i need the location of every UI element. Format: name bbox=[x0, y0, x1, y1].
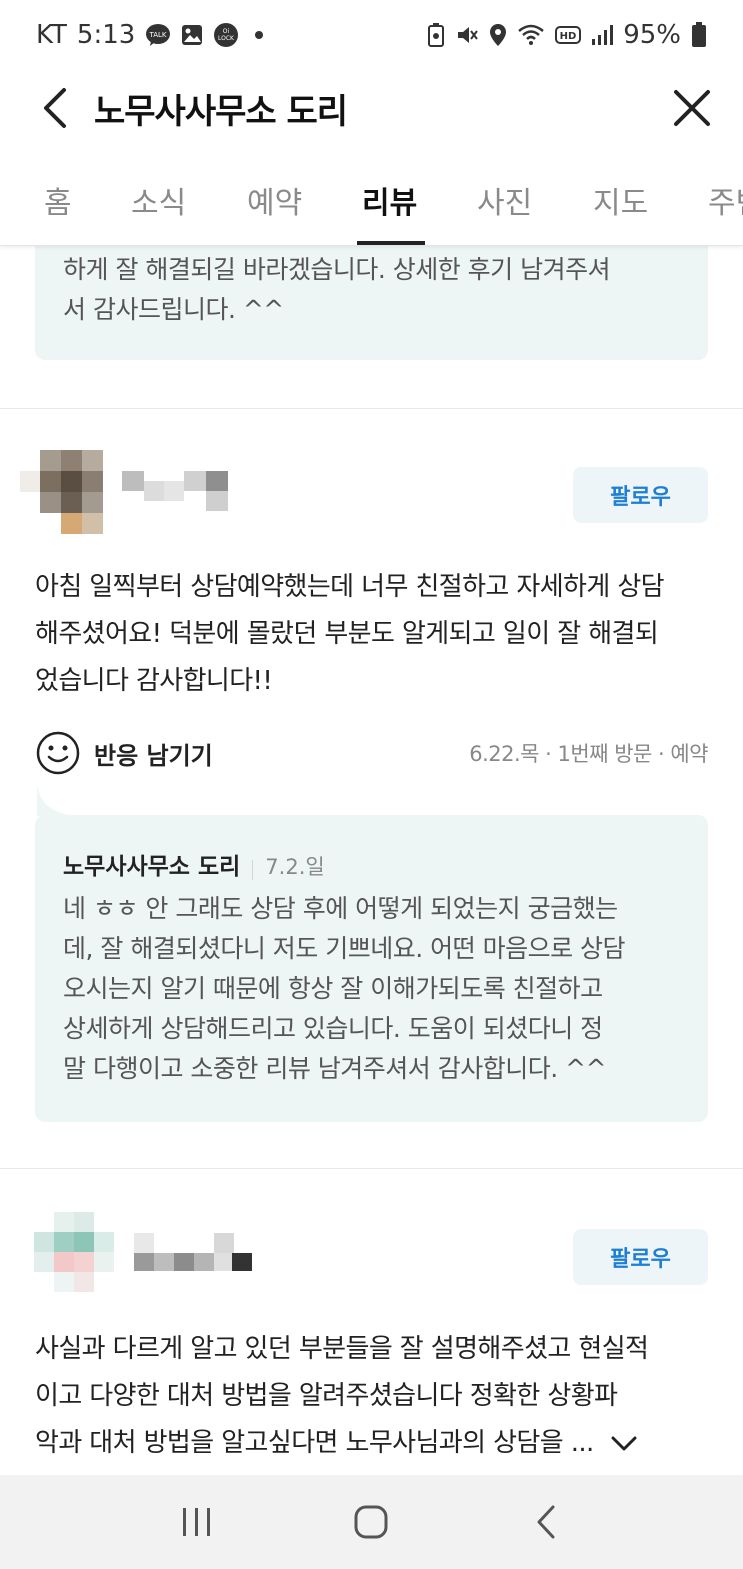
tab-bar: 홈 소식 예약 리뷰 사진 지도 주변 bbox=[0, 160, 743, 246]
lock-icon: Oi LOCK bbox=[213, 22, 239, 48]
expand-button[interactable] bbox=[610, 1434, 638, 1454]
review-body: 사실과 다르게 알고 있던 부분들을 잘 설명해주셨고 현실적 이고 다양한 대… bbox=[35, 1326, 725, 1467]
back-nav-button[interactable] bbox=[516, 1492, 576, 1552]
review-line: 해주셨어요! 덕분에 몰랐던 부분도 알게되고 일이 잘 해결되 bbox=[35, 619, 659, 649]
reply-owner-name: 노무사사무소 도리 bbox=[63, 854, 241, 880]
talk-icon: TALK bbox=[145, 23, 171, 47]
battery-percent: 95% bbox=[623, 20, 681, 50]
tab-nearby[interactable]: 주변 bbox=[708, 178, 743, 222]
reply-date: 7.2.일 bbox=[265, 855, 325, 879]
review-line: 사실과 다르게 알고 있던 부분들을 잘 설명해주셨고 현실적 bbox=[35, 1334, 649, 1364]
location-icon bbox=[489, 23, 507, 47]
reply-line: 상세하게 상담해드리고 있습니다. 도움이 되셨다니 정 bbox=[63, 1014, 603, 1043]
reviewer-name[interactable] bbox=[134, 1233, 252, 1273]
time-label: 5:13 bbox=[76, 20, 136, 50]
reply-line: 오시는지 알기 때문에 항상 잘 이해가되도록 친절하고 bbox=[63, 974, 603, 1003]
reaction-row: 반응 남기기 6.22.목 · 1번째 방문 · 예약 bbox=[36, 728, 708, 778]
tab-news[interactable]: 소식 bbox=[131, 178, 186, 222]
chevron-down-icon bbox=[611, 1436, 637, 1450]
reply-separator bbox=[252, 859, 254, 880]
battery-saver-icon bbox=[427, 23, 445, 47]
smile-icon bbox=[36, 731, 80, 775]
tab-booking[interactable]: 예약 bbox=[247, 178, 302, 222]
recent-apps-button[interactable] bbox=[167, 1492, 227, 1552]
review-last-line: 악과 대처 방법을 알고싶다면 노무사님과의 상담을 ... bbox=[35, 1420, 725, 1467]
review-line: 이고 다양한 대처 방법을 알려주셨습니다 정확한 상황파 bbox=[35, 1381, 618, 1411]
wifi-icon bbox=[517, 23, 545, 47]
close-button[interactable] bbox=[671, 83, 713, 133]
reply-line: 데, 잘 해결되셨다니 저도 기쁘네요. 어떤 마음으로 상담 bbox=[63, 934, 626, 963]
reply-header: 노무사사무소 도리 7.2.일 bbox=[63, 847, 325, 881]
reply-line: 하게 잘 해결되길 바라겠습니다. 상세한 후기 남겨주셔 bbox=[63, 255, 611, 284]
hd-icon: HD bbox=[555, 24, 582, 46]
visit-info: 6.22.목 · 1번째 방문 · 예약 bbox=[469, 742, 708, 766]
review-line: 아침 일찍부터 상담예약했는데 너무 친절하고 자세하게 상담 bbox=[35, 572, 665, 602]
reply-line: 말 다행이고 소중한 리뷰 남겨주셔서 감사합니다. ^^ bbox=[63, 1054, 607, 1083]
owner-reply-box: 하게 잘 해결되길 바라겠습니다. 상세한 후기 남겨주셔 서 감사드립니다. … bbox=[35, 236, 708, 360]
signal-icon bbox=[591, 23, 614, 47]
reaction-label: 반응 남기기 bbox=[94, 741, 213, 770]
battery-icon bbox=[691, 22, 707, 48]
svg-text:LOCK: LOCK bbox=[218, 35, 235, 42]
review-divider bbox=[0, 408, 743, 409]
page-title: 노무사사무소 도리 bbox=[94, 91, 348, 132]
svg-text:HD: HD bbox=[560, 31, 577, 42]
tab-map[interactable]: 지도 bbox=[593, 178, 648, 222]
tab-home[interactable]: 홈 bbox=[44, 178, 72, 222]
avatar[interactable] bbox=[20, 450, 106, 536]
svg-text:Oi: Oi bbox=[223, 28, 230, 35]
app-header: 노무사사무소 도리 bbox=[0, 70, 743, 146]
leave-reaction-button[interactable]: 반응 남기기 bbox=[36, 731, 213, 775]
carrier-label: KT bbox=[36, 20, 67, 50]
tab-photos[interactable]: 사진 bbox=[477, 178, 532, 222]
status-bar: KT 5:13 TALK Oi LOCK HD 95% bbox=[0, 0, 743, 70]
close-icon bbox=[674, 90, 710, 126]
mute-icon bbox=[455, 23, 479, 47]
notification-dot bbox=[255, 31, 264, 39]
recent-apps-icon bbox=[183, 1508, 211, 1536]
reply-line: 네 ㅎㅎ 안 그래도 상담 후에 어떻게 되었는지 궁금했는 bbox=[63, 894, 618, 923]
back-nav-icon bbox=[537, 1505, 555, 1539]
gallery-icon bbox=[181, 24, 203, 46]
back-arrow-icon bbox=[44, 88, 66, 128]
review-body: 아침 일찍부터 상담예약했는데 너무 친절하고 자세하게 상담 해주셨어요! 덕… bbox=[35, 564, 725, 705]
active-tab-indicator bbox=[357, 241, 425, 245]
review-line: 악과 대처 방법을 알고싶다면 노무사님과의 상담을 ... bbox=[35, 1428, 594, 1458]
back-button[interactable] bbox=[34, 83, 76, 133]
review-line: 었습니다 감사합니다!! bbox=[35, 666, 273, 696]
owner-reply-box: 노무사사무소 도리 7.2.일 네 ㅎㅎ 안 그래도 상담 후에 어떻게 되었는지… bbox=[35, 815, 708, 1122]
avatar[interactable] bbox=[34, 1212, 120, 1298]
home-button[interactable] bbox=[341, 1492, 401, 1552]
review-divider bbox=[0, 1168, 743, 1169]
reply-line: 서 감사드립니다. ^^ bbox=[63, 295, 284, 324]
system-nav-bar bbox=[0, 1475, 743, 1569]
tab-reviews[interactable]: 리뷰 bbox=[362, 178, 417, 222]
home-icon bbox=[354, 1505, 388, 1539]
reply-bubble-tail bbox=[37, 782, 75, 816]
follow-button[interactable]: 팔로우 bbox=[573, 1229, 708, 1285]
reply-body: 네 ㅎㅎ 안 그래도 상담 후에 어떻게 되었는지 궁금했는 데, 잘 해결되셨… bbox=[63, 889, 626, 1089]
svg-text:TALK: TALK bbox=[149, 31, 167, 39]
follow-button[interactable]: 팔로우 bbox=[573, 467, 708, 523]
reviewer-name[interactable] bbox=[122, 471, 228, 511]
